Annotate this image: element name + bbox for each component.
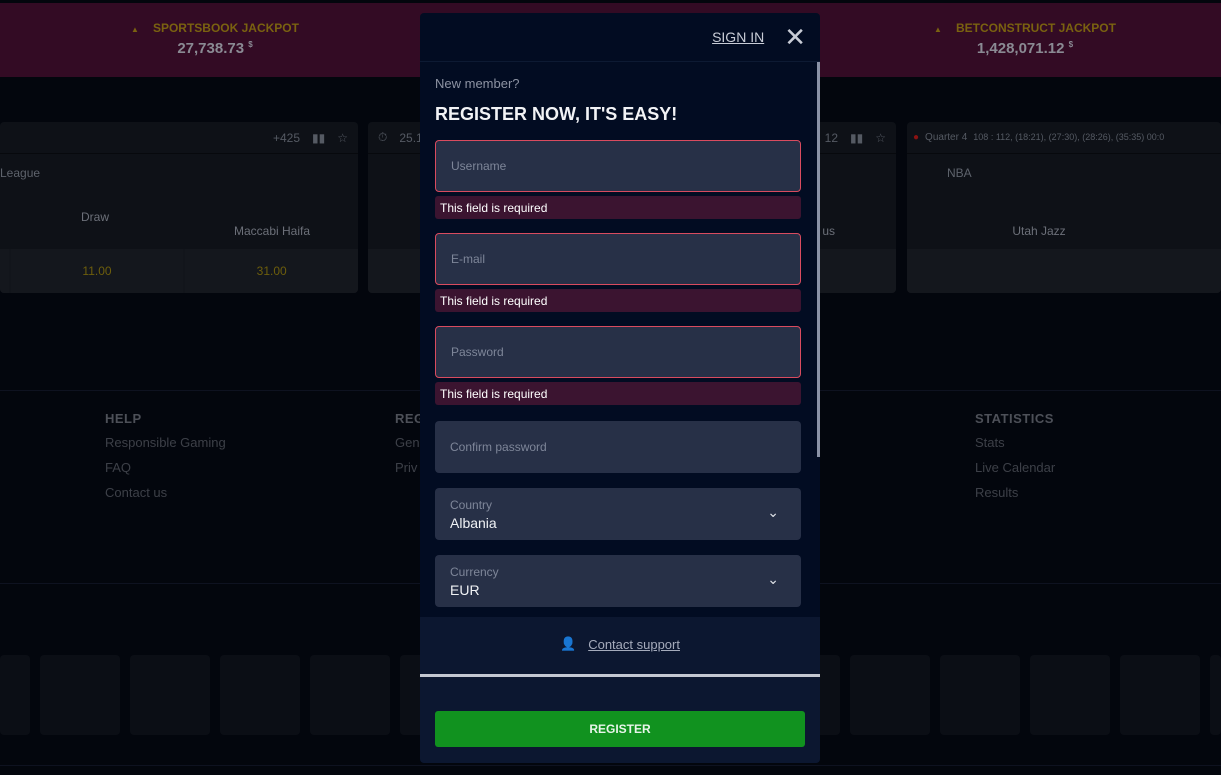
star-icon[interactable]: ☆ [875,131,886,145]
event-card[interactable]: ● Quarter 4 108 : 112, (18:21), (27:30), (… [907,122,1221,293]
event-card[interactable]: +425 ▮▮ ☆ League Draw Maccabi Haifa 11.00 3… [0,122,358,293]
event-status: Quarter 4 [925,132,968,143]
live-icon: ● [913,132,920,143]
password-error: This field is required [435,382,801,405]
footer-link[interactable]: Live Calendar [975,460,1055,475]
league-name: NBA [947,166,972,180]
provider-tile[interactable] [310,655,390,735]
footer-link[interactable]: Stats [975,435,1055,450]
provider-tile[interactable] [0,655,30,735]
footer-link[interactable]: Contact us [105,485,226,500]
footer-help: HELP Responsible Gaming FAQ Contact us [105,411,226,510]
team-name: Maccabi Haifa [233,224,311,238]
markets-count: 12 [824,130,839,145]
contact-support-link[interactable]: 👤 Contact support [420,636,820,652]
odds-button[interactable]: 31.00 [185,249,358,293]
stats-icon[interactable]: ▮▮ [312,131,325,145]
username-input[interactable]: Username [435,140,801,192]
chevron-down-icon: ⌄ [767,571,779,587]
odds-button[interactable]: 11.00 [10,249,184,293]
password-input[interactable]: Password [435,326,801,378]
register-button[interactable]: REGISTER [435,711,805,747]
modal-header: SIGN IN ✕ [420,13,820,62]
email-input[interactable]: E-mail [435,233,801,285]
divider [420,674,820,677]
markets-count: +425 [272,130,301,145]
footer-link[interactable]: Responsible Gaming [105,435,226,450]
footer-statistics: STATISTICS Stats Live Calendar Results [975,411,1055,510]
team-name: Utah Jazz [1012,224,1066,238]
chevron-down-icon: ⌄ [767,504,779,520]
sportsbook-jackpot[interactable]: SPORTSBOOK JACKPOT 27,738.73 $ [85,21,345,57]
scrollbar[interactable] [817,62,820,457]
event-score: 108 : 112, (18:21), (27:30), (28:26), (3… [973,132,1165,142]
footer-heading: STATISTICS [975,411,1054,426]
email-error: This field is required [435,289,801,312]
provider-tile[interactable] [940,655,1020,735]
jackpot-title: BETCONSTRUCT JACKPOT [895,21,1155,35]
country-select[interactable]: Country Albania ⌄ [435,488,801,540]
divider [0,765,1221,766]
team-draw: Draw [80,210,109,224]
support-agent-icon: 👤 [560,636,577,651]
league-name: League [0,166,41,180]
stats-icon[interactable]: ▮▮ [850,131,863,145]
provider-tile[interactable] [1030,655,1110,735]
footer-link[interactable]: FAQ [105,460,226,475]
currency-label: Currency [450,564,499,579]
provider-tile[interactable] [130,655,210,735]
username-error: This field is required [435,196,801,219]
betconstruct-jackpot[interactable]: BETCONSTRUCT JACKPOT 1,428,071.12 $ [895,21,1155,57]
jackpot-title: SPORTSBOOK JACKPOT [85,21,345,35]
provider-tile[interactable] [1210,655,1221,735]
provider-tile[interactable] [220,655,300,735]
currency-select[interactable]: Currency EUR ⌄ [435,555,801,607]
confirm-password-input[interactable]: Confirm password [435,421,801,473]
jackpot-amount: 1,428,071.12 $ [976,40,1074,57]
footer-heading: HELP [105,411,142,426]
country-label: Country [450,497,493,512]
country-value: Albania [450,514,497,531]
modal-footer: 👤 Contact support REGISTER [420,617,820,763]
star-icon[interactable]: ☆ [337,131,348,145]
footer-link[interactable]: Results [975,485,1055,500]
jackpot-amount: 27,738.73 $ [177,40,253,57]
timer-icon: ⏱ [378,130,388,144]
provider-tile[interactable] [1120,655,1200,735]
register-modal: SIGN IN ✕ New member? REGISTER NOW, IT'S… [420,13,820,763]
sign-in-link[interactable]: SIGN IN [712,29,764,45]
close-icon[interactable]: ✕ [784,24,806,50]
contact-support-text[interactable]: Contact support [588,637,680,652]
page-title: REGISTER NOW, IT'S EASY! [435,104,678,124]
subtitle: New member? [435,76,520,91]
currency-value: EUR [450,581,480,598]
provider-tile[interactable] [850,655,930,735]
register-form: New member? REGISTER NOW, IT'S EASY! Use… [420,62,820,607]
provider-tile[interactable] [40,655,120,735]
